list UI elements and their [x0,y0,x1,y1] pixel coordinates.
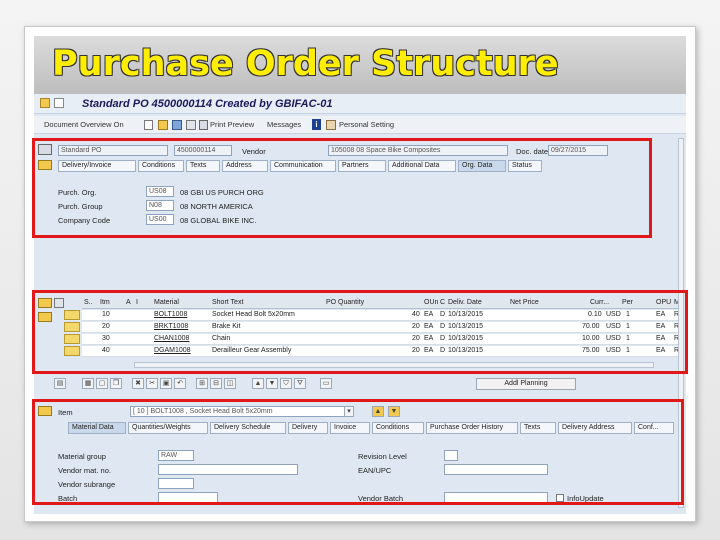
application-toolbar: Document Overview On Print Preview Messa… [34,116,686,134]
undo-icon[interactable]: ↶ [174,378,186,389]
sort-descending-icon[interactable]: ▼ [266,378,278,389]
layout-icon[interactable]: ▭ [320,378,332,389]
cut-icon[interactable]: ✂ [146,378,158,389]
sap-title-bar: Standard PO 4500000114 Created by GBIFAC… [34,94,686,114]
document-icon[interactable] [54,98,64,108]
print-preview-button[interactable]: Print Preview [210,120,254,129]
select-all-icon[interactable]: ▦ [82,378,94,389]
deselect-icon[interactable]: ▢ [96,378,108,389]
header-highlight-box [32,138,652,238]
personal-setting-button[interactable]: Personal Setting [339,120,394,129]
addl-planning-button[interactable]: Addl Planning [476,378,576,390]
document-overview-button[interactable]: Document Overview On [44,120,124,129]
edit-icon[interactable] [172,120,182,130]
check-icon[interactable] [186,120,196,130]
window-title: Standard PO 4500000114 Created by GBIFAC… [82,98,333,110]
details-icon[interactable]: ▤ [54,378,66,389]
new-document-icon[interactable] [144,120,153,130]
copy-icon[interactable]: ❐ [110,378,122,389]
item-detail-highlight-box [32,399,684,505]
paste-icon[interactable]: ▣ [160,378,172,389]
items-highlight-box [32,290,688,374]
open-folder-icon[interactable] [158,120,168,130]
info-icon[interactable]: i [312,119,321,130]
delete-icon[interactable]: ✖ [132,378,144,389]
expand-icon[interactable]: ⊞ [196,378,208,389]
messages-button[interactable]: Messages [267,120,301,129]
personal-setting-icon[interactable] [326,120,336,130]
print-icon[interactable] [199,120,208,130]
split-icon[interactable]: ◫ [224,378,236,389]
filter-icon[interactable]: ⛉ [280,378,292,389]
menu-icon[interactable] [40,98,50,108]
sort-ascending-icon[interactable]: ▲ [252,378,264,389]
filter-clear-icon[interactable]: ⛛ [294,378,306,389]
collapse-icon[interactable]: ⊟ [210,378,222,389]
slide-title: Purchase Order Structure [52,44,559,84]
